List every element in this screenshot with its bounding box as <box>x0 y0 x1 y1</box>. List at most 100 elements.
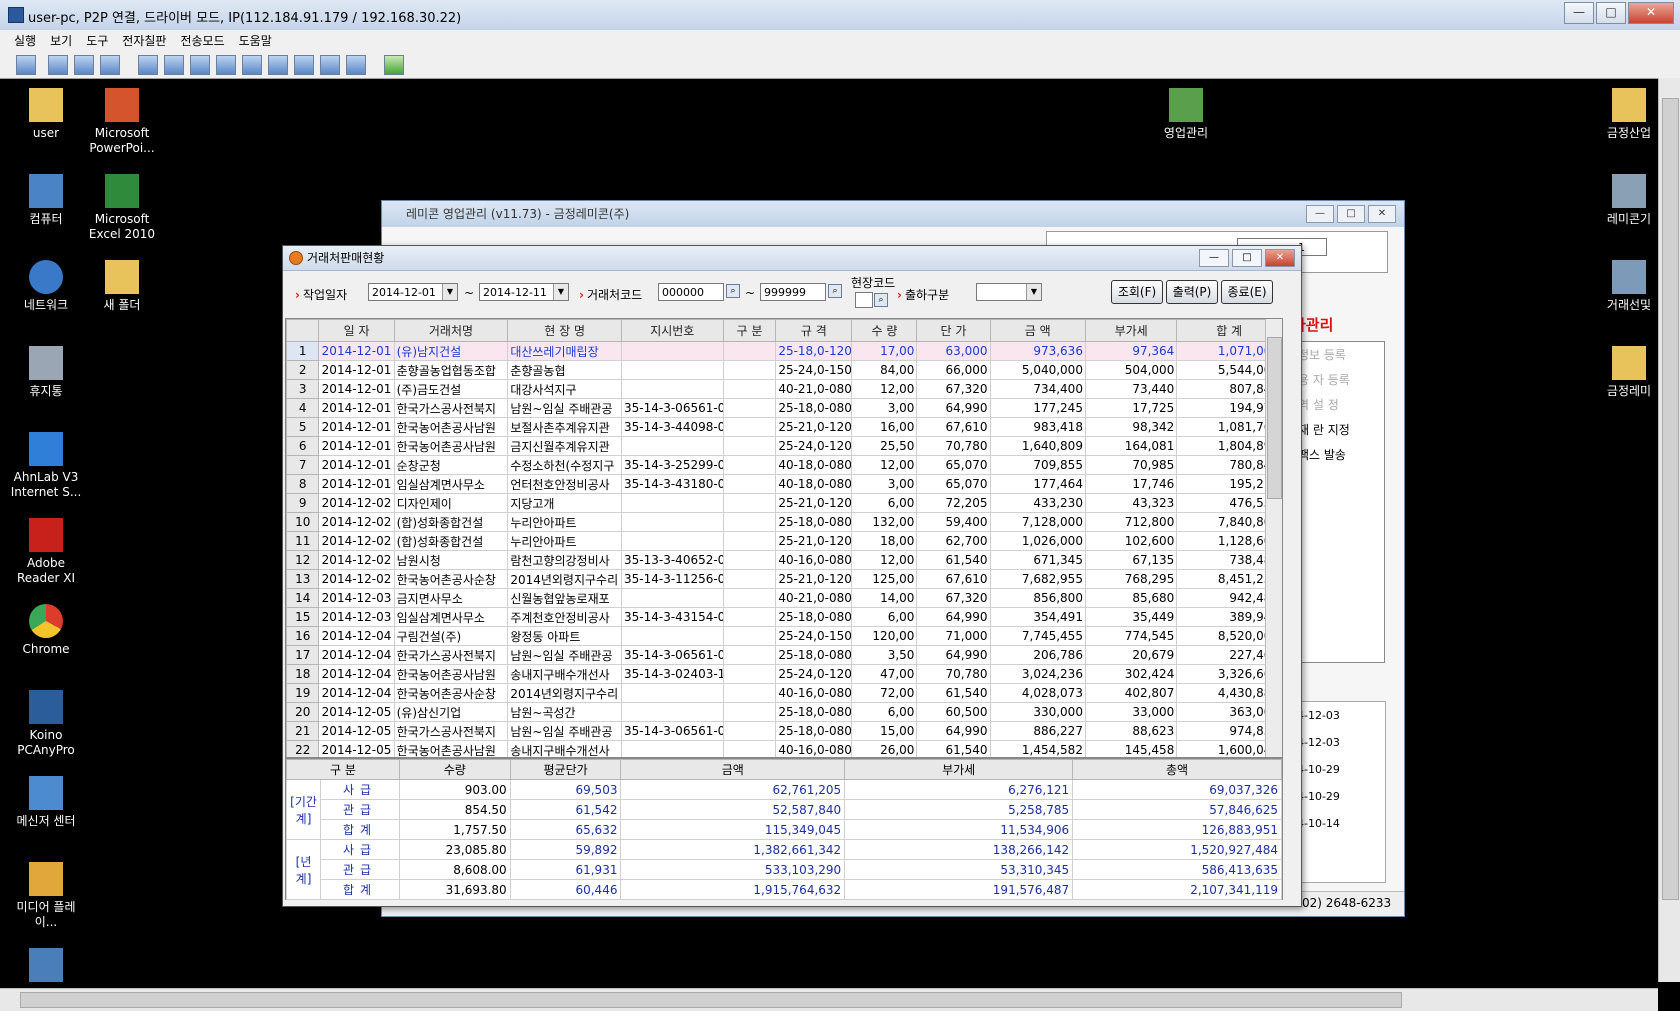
table-row[interactable]: 14 2014-12-03 금지면사무소 신월농협앞농로재포 40-21,0-080 14… <box>286 588 1282 608</box>
row-client[interactable]: 한국농어촌공사순창 <box>393 683 509 703</box>
row-site[interactable]: 대강사석지구 <box>507 379 623 399</box>
row-date[interactable]: 2014-12-04 <box>318 626 395 646</box>
row-qty[interactable]: 72,00 <box>851 683 918 703</box>
bg-panel-item[interactable]: 용 자 등록 <box>1292 367 1384 392</box>
row-order-no[interactable]: 35-14-3-43180-0 <box>621 474 724 494</box>
row-amount[interactable]: 1,026,000 <box>989 531 1086 551</box>
row-order-no[interactable] <box>621 683 724 703</box>
row-unit-price[interactable]: 64,990 <box>916 607 991 627</box>
row-amount[interactable]: 856,800 <box>989 588 1086 608</box>
row-qty[interactable]: 16,00 <box>851 417 918 437</box>
row-site[interactable]: 송내지구배수개선사 <box>507 664 623 684</box>
row-client[interactable]: (유)삼신기업 <box>393 702 509 722</box>
row-qty[interactable]: 18,00 <box>851 531 918 551</box>
row-unit-price[interactable]: 71,000 <box>916 626 991 646</box>
search-icon[interactable]: ⌕ <box>874 293 888 307</box>
row-type[interactable] <box>722 512 777 532</box>
remote-horizontal-scrollbar[interactable] <box>0 988 1658 1011</box>
row-qty[interactable]: 125,00 <box>851 569 918 589</box>
row-unit-price[interactable]: 67,320 <box>916 588 991 608</box>
row-number[interactable]: 1 <box>286 341 320 361</box>
row-amount[interactable]: 7,128,000 <box>989 512 1086 532</box>
row-amount[interactable]: 983,418 <box>989 417 1086 437</box>
row-vat[interactable]: 402,807 <box>1084 683 1178 703</box>
row-type[interactable] <box>722 455 777 475</box>
row-type[interactable] <box>722 569 777 589</box>
toolbar-network-icon[interactable] <box>268 55 288 75</box>
client-sales-dialog[interactable]: 거래처판매현황 — □ ✕ › 작업일자 2014-12-01 ▼ ~ 2014-12-… <box>282 245 1302 907</box>
toolbar-monitor-icon[interactable] <box>48 55 68 75</box>
table-row[interactable]: 22 2014-12-05 한국농어촌공사남원 송내지구배수개선사 40-16,0-08… <box>286 740 1282 757</box>
row-unit-price[interactable]: 67,610 <box>916 569 991 589</box>
row-order-no[interactable] <box>621 436 724 456</box>
row-unit-price[interactable]: 72,205 <box>916 493 991 513</box>
desktop-icon-media-player[interactable]: 미디어 플레이... <box>6 862 86 930</box>
desktop-icon-recycle-bin[interactable]: 휴지통 <box>6 346 86 399</box>
row-order-no[interactable] <box>621 493 724 513</box>
row-unit-price[interactable]: 64,990 <box>916 721 991 741</box>
row-type[interactable] <box>722 417 777 437</box>
bg-date-item[interactable]: 4-10-14 <box>1293 810 1385 837</box>
row-site[interactable]: 대산쓰레기매립장 <box>507 341 623 361</box>
row-qty[interactable]: 132,00 <box>851 512 918 532</box>
row-order-no[interactable] <box>621 702 724 722</box>
row-vat[interactable]: 302,424 <box>1084 664 1178 684</box>
row-client[interactable]: (합)성화종합건설 <box>393 531 509 551</box>
row-unit-price[interactable]: 70,780 <box>916 436 991 456</box>
row-spec[interactable]: 40-18,0-080 <box>775 455 853 475</box>
row-unit-price[interactable]: 70,780 <box>916 664 991 684</box>
row-client[interactable]: 한국농어촌공사남원 <box>393 664 509 684</box>
row-spec[interactable]: 25-18,0-080 <box>775 645 853 665</box>
row-type[interactable] <box>722 664 777 684</box>
desktop-icon-excel[interactable]: Microsoft Excel 2010 <box>82 174 162 242</box>
row-amount[interactable]: 7,682,955 <box>989 569 1086 589</box>
toolbar-screen-icon[interactable] <box>16 55 36 75</box>
row-order-no[interactable] <box>621 740 724 757</box>
ship-type-select[interactable]: ▼ <box>976 283 1042 301</box>
row-unit-price[interactable]: 67,610 <box>916 417 991 437</box>
row-type[interactable] <box>722 493 777 513</box>
toolbar-display-icon[interactable] <box>74 55 94 75</box>
table-row[interactable]: 21 2014-12-05 한국가스공사전북지 남원~임실 주배관공 35-14-3-0… <box>286 721 1282 741</box>
row-spec[interactable]: 25-24,0-120 <box>775 664 853 684</box>
row-type[interactable] <box>722 474 777 494</box>
toolbar-capture-icon[interactable] <box>164 55 184 75</box>
row-date[interactable]: 2014-12-02 <box>318 550 395 570</box>
row-number[interactable]: 19 <box>286 683 320 703</box>
dropdown-arrow-icon[interactable]: ▼ <box>1026 284 1041 300</box>
row-site[interactable]: 수정소하천(수정지구 <box>507 455 623 475</box>
table-row[interactable]: 8 2014-12-01 임실삼계면사무소 언터천호안정비공사 35-14-3-4318… <box>286 474 1282 494</box>
row-spec[interactable]: 25-24,0-120 <box>775 436 853 456</box>
row-order-no[interactable]: 35-13-3-40652-0 <box>621 550 724 570</box>
row-number[interactable]: 10 <box>286 512 320 532</box>
row-date[interactable]: 2014-12-02 <box>318 493 395 513</box>
desktop-icon-ahnlab[interactable]: AhnLab V3 Internet S... <box>6 432 86 500</box>
row-amount[interactable]: 7,745,455 <box>989 626 1086 646</box>
bg-maximize-button[interactable]: □ <box>1337 205 1365 223</box>
row-vat[interactable]: 35,449 <box>1084 607 1178 627</box>
row-site[interactable]: 언터천호안정비공사 <box>507 474 623 494</box>
row-vat[interactable]: 768,295 <box>1084 569 1178 589</box>
row-type[interactable] <box>722 626 777 646</box>
row-spec[interactable]: 25-21,0-120 <box>775 569 853 589</box>
row-site[interactable]: 누리안아파트 <box>507 512 623 532</box>
row-spec[interactable]: 40-16,0-080 <box>775 740 853 757</box>
row-date[interactable]: 2014-12-03 <box>318 588 395 608</box>
table-row[interactable]: 7 2014-12-01 순창군청 수정소하천(수정지구 35-14-3-25299-0… <box>286 455 1282 475</box>
row-vat[interactable]: 17,725 <box>1084 398 1178 418</box>
row-order-no[interactable] <box>621 626 724 646</box>
toolbar-chat-icon[interactable] <box>320 55 340 75</box>
bg-date-item[interactable]: 4-10-29 <box>1293 756 1385 783</box>
dropdown-arrow-icon[interactable]: ▼ <box>442 284 457 300</box>
row-order-no[interactable] <box>621 512 724 532</box>
row-vat[interactable]: 73,440 <box>1084 379 1178 399</box>
table-row[interactable]: 1 2014-12-01 (유)남지건설 대산쓰레기매립장 25-18,0-120 17,… <box>286 341 1282 361</box>
row-vat[interactable]: 98,342 <box>1084 417 1178 437</box>
remote-vertical-scrollbar[interactable] <box>1658 78 1680 982</box>
row-date[interactable]: 2014-12-05 <box>318 740 395 757</box>
scrollbar-thumb[interactable] <box>1267 337 1282 499</box>
row-amount[interactable]: 5,040,000 <box>989 360 1086 380</box>
row-spec[interactable]: 40-16,0-080 <box>775 550 853 570</box>
row-unit-price[interactable]: 67,320 <box>916 379 991 399</box>
row-date[interactable]: 2014-12-05 <box>318 721 395 741</box>
